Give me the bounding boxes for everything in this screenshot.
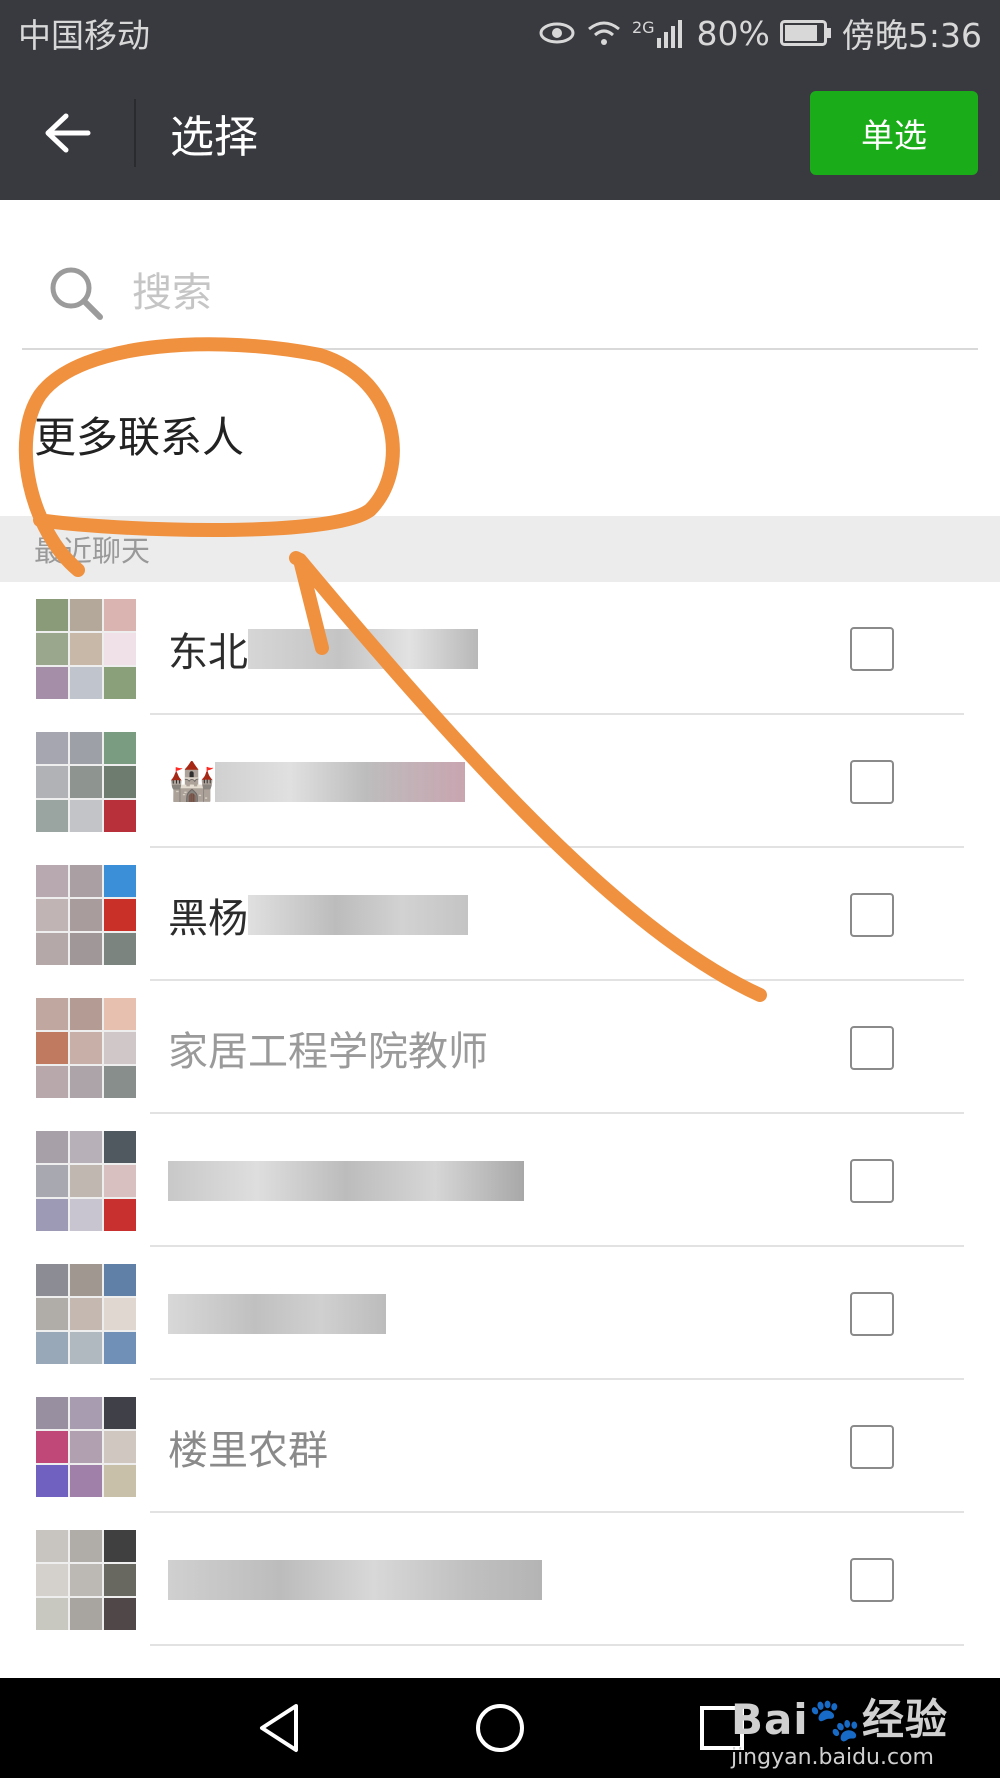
chat-name: 楼里农群 (168, 1427, 328, 1474)
search-icon (50, 267, 103, 320)
redacted-name (248, 628, 478, 669)
chat-name (168, 1160, 850, 1202)
chat-checkbox[interactable] (850, 1025, 894, 1070)
redacted-name (168, 1559, 542, 1600)
triangle-back-icon[interactable] (252, 1700, 308, 1756)
chat-row[interactable]: 黑杨 (0, 848, 1000, 981)
signal-icon: 2G (632, 18, 687, 48)
chat-row[interactable]: 楼里农群 (0, 1380, 1000, 1513)
group-avatar (36, 864, 136, 965)
single-select-button[interactable]: 单选 (810, 91, 978, 175)
chat-name (168, 1293, 850, 1335)
chat-checkbox[interactable] (850, 759, 894, 804)
carrier-name: 中国移动 (18, 16, 150, 55)
chat-row[interactable]: 东北 (0, 582, 1000, 715)
group-avatar (36, 997, 136, 1098)
redacted-name (168, 1293, 386, 1334)
clock: 傍晚5:36 (841, 16, 982, 55)
chat-checkbox[interactable] (850, 626, 894, 671)
header-divider (134, 99, 136, 167)
chat-row[interactable]: 🏰 (0, 715, 1000, 848)
chat-name (168, 1559, 850, 1601)
chat-checkbox[interactable] (850, 1424, 894, 1469)
chat-row[interactable]: 家居工程学院教师 (0, 981, 1000, 1114)
eye-icon (538, 20, 576, 46)
recent-chats-header: 最近聊天 (0, 516, 1000, 582)
page-title: 选择 (170, 112, 258, 163)
chat-row[interactable] (0, 1114, 1000, 1247)
chat-row[interactable] (0, 1513, 1000, 1646)
group-avatar (36, 1130, 136, 1231)
arrow-left-icon (45, 113, 91, 153)
group-avatar (36, 1263, 136, 1364)
search-bar[interactable] (22, 238, 978, 350)
status-bar: 中国移动 2G 80% 傍晚5:36 (0, 0, 1000, 66)
title-bar: 选择 单选 (0, 66, 1000, 200)
battery-icon (779, 20, 832, 46)
chat-name: 黑杨 (168, 894, 850, 942)
chat-checkbox[interactable] (850, 1158, 894, 1203)
chat-checkbox[interactable] (850, 1291, 894, 1336)
chat-checkbox[interactable] (850, 892, 894, 937)
redacted-name (215, 761, 466, 802)
circle-home-icon[interactable] (472, 1700, 528, 1756)
recent-chat-list: 东北 🏰 黑杨 家居工程学院教师 楼里农群 (0, 582, 1000, 1646)
group-avatar (36, 1529, 136, 1630)
watermark-brand: Bai🐾经验 (730, 1695, 948, 1744)
group-avatar (36, 731, 136, 832)
watermark-url: jingyan.baidu.com (730, 1745, 934, 1770)
chat-row[interactable] (0, 1247, 1000, 1380)
chat-name: 东北 (168, 628, 850, 676)
more-contacts-item[interactable]: 更多联系人 (0, 352, 1000, 516)
chat-name: 🏰 (168, 759, 850, 803)
search-input[interactable] (132, 270, 832, 316)
chat-checkbox[interactable] (850, 1557, 894, 1602)
redacted-name (248, 894, 468, 935)
group-avatar (36, 1396, 136, 1497)
wifi-icon (586, 19, 622, 47)
chat-name: 家居工程学院教师 (168, 1028, 488, 1075)
back-button[interactable] (0, 66, 134, 200)
castle-emoji-icon: 🏰 (168, 759, 216, 803)
baidu-jingyan-watermark: Bai🐾经验 jingyan.baidu.com (731, 1678, 948, 1778)
redacted-name (168, 1160, 524, 1201)
battery-percent: 80% (696, 13, 770, 53)
group-avatar (36, 598, 136, 699)
